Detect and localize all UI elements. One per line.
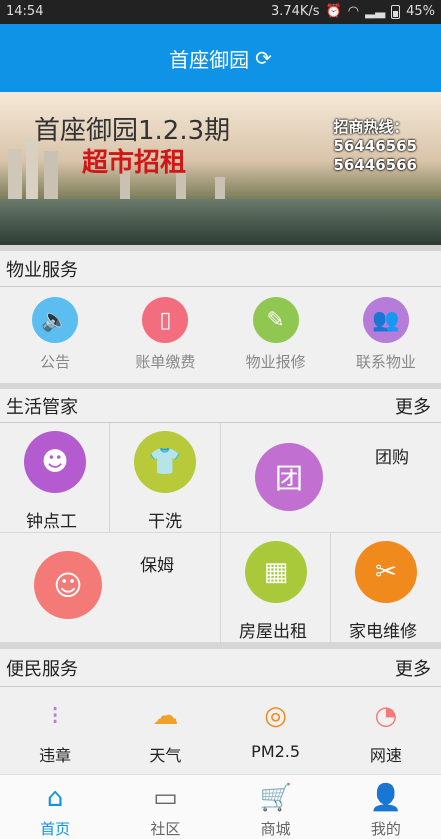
contacts-icon: 👥 [362, 297, 409, 343]
banner-landscape [0, 199, 441, 245]
conv-weather[interactable]: ☁ 天气 [110, 688, 220, 774]
life-item-label: 干洗 [148, 512, 182, 532]
status-time: 14:54 [6, 4, 44, 19]
status-right: 3.74K/s ⏰ ◠ ▂▃ 45% [271, 4, 435, 19]
property-services-row: 🔈 公告 ▯ 账单缴费 ✎ 物业报修 👥 联系物业 [0, 297, 441, 382]
status-bar: 14:54 3.74K/s ⏰ ◠ ▂▃ 45% [0, 0, 441, 24]
more-link[interactable]: 更多 [395, 655, 431, 681]
weather-icon: ☁ [152, 701, 179, 731]
service-label: 公告 [40, 353, 71, 371]
page-title: 首座御园 [169, 47, 250, 72]
battery-icon [391, 4, 401, 19]
service-bill-payment[interactable]: ▯ 账单缴费 [110, 297, 220, 382]
nav-home[interactable]: ⌂ 首页 [0, 775, 110, 839]
banner-building [215, 177, 225, 199]
life-item-group-buy[interactable]: 团 团购 [221, 423, 441, 533]
conv-label: 网速 [369, 746, 402, 765]
battery-level: 45% [406, 4, 435, 19]
nav-label: 首页 [40, 820, 71, 838]
payment-icon: ▯ [142, 297, 189, 343]
service-contact[interactable]: 👥 联系物业 [331, 297, 441, 382]
building-icon: ▦ [245, 541, 307, 603]
nav-community[interactable]: ▭ 社区 [110, 775, 220, 839]
conv-violation[interactable]: ⁝ 违章 [0, 688, 110, 774]
convenience-header: 便民服务 更多 [0, 649, 441, 687]
promo-banner[interactable]: 首座御园1.2.3期 超市招租 招商热线： 56446565 56446566 [0, 92, 441, 245]
repair-form-icon: ✎ [252, 297, 299, 343]
nav-label: 社区 [150, 820, 181, 838]
nanny-icon: ☺ [34, 551, 102, 619]
traffic-light-icon: ⁝ [50, 701, 60, 731]
cart-icon: 🛒 [259, 782, 292, 813]
service-label: 联系物业 [355, 353, 416, 371]
banner-hotline: 招商热线： 56446565 56446566 [334, 118, 418, 175]
section-title: 生活管家 [6, 396, 78, 418]
hotline-phone-2: 56446566 [333, 156, 418, 174]
service-label: 账单缴费 [135, 353, 196, 371]
group-buy-icon: 团 [255, 443, 323, 511]
life-item-label: 家电维修 [349, 622, 417, 642]
section-title: 便民服务 [6, 658, 78, 680]
refresh-icon[interactable]: ⟳ [255, 46, 272, 70]
conv-label: PM2.5 [251, 742, 301, 761]
conv-label: 违章 [39, 746, 72, 765]
speedometer-icon: ◔ [374, 701, 398, 731]
nav-label: 我的 [370, 820, 401, 838]
wifi-icon: ◠ [347, 4, 360, 19]
life-item-nanny[interactable]: ☺ 保姆 [0, 533, 221, 643]
speaker-icon: 🔈 [32, 297, 79, 343]
life-item-appliance-repair[interactable]: ✂ 家电维修 [331, 533, 441, 643]
signal-icon: ▂▃ [365, 4, 386, 19]
app-header: 首座御园 ⟳ [0, 24, 441, 92]
hotline-phone-1: 56446565 [333, 137, 418, 155]
network-speed: 3.74K/s [270, 4, 320, 19]
more-link[interactable]: 更多 [395, 393, 431, 419]
life-item-hourly-worker[interactable]: ☻ 钟点工 [0, 423, 110, 533]
pm25-icon: ◎ [264, 701, 287, 731]
tools-icon: ✂ [355, 541, 417, 603]
chat-icon: ▭ [153, 782, 178, 813]
life-item-label: 钟点工 [26, 512, 77, 532]
banner-building [44, 151, 58, 199]
conv-network-speed[interactable]: ◔ 网速 [331, 688, 441, 774]
nav-mall[interactable]: 🛒 商城 [221, 775, 331, 839]
life-item-dry-cleaning[interactable]: 👕 干洗 [110, 423, 221, 533]
nav-profile[interactable]: 👤 我的 [331, 775, 441, 839]
conv-label: 天气 [149, 746, 182, 765]
life-item-label: 房屋出租 [239, 622, 307, 642]
shirt-icon: 👕 [134, 431, 196, 493]
banner-subtitle: 超市招租 [82, 148, 187, 178]
convenience-row: ⁝ 违章 ☁ 天气 ◎ PM2.5 ◔ 网速 [0, 688, 441, 774]
hotline-label: 招商热线： [333, 118, 409, 136]
life-item-label: 保姆 [140, 556, 174, 576]
bottom-nav: ⌂ 首页 ▭ 社区 🛒 商城 👤 我的 [0, 774, 441, 839]
banner-building [8, 149, 22, 199]
section-title: 物业服务 [6, 259, 78, 281]
alarm-icon: ⏰ [325, 4, 342, 19]
maid-icon: ☻ [24, 431, 86, 493]
conv-pm25[interactable]: ◎ PM2.5 [221, 688, 331, 774]
service-announcement[interactable]: 🔈 公告 [0, 297, 110, 382]
home-icon: ⌂ [46, 782, 64, 813]
property-services-header: 物业服务 [0, 251, 441, 287]
life-item-house-rental[interactable]: ▦ 房屋出租 [221, 533, 331, 643]
service-repair[interactable]: ✎ 物业报修 [221, 297, 331, 382]
banner-building [26, 139, 38, 199]
life-manager-header: 生活管家 更多 [0, 389, 441, 423]
life-item-label: 团购 [375, 448, 409, 468]
nav-label: 商城 [260, 820, 291, 838]
user-icon: 👤 [369, 782, 403, 813]
life-manager-grid: ☻ 钟点工 👕 干洗 团 团购 ☺ 保姆 ▦ 房屋出租 ✂ 家电维修 [0, 423, 441, 643]
service-label: 物业报修 [245, 353, 306, 371]
